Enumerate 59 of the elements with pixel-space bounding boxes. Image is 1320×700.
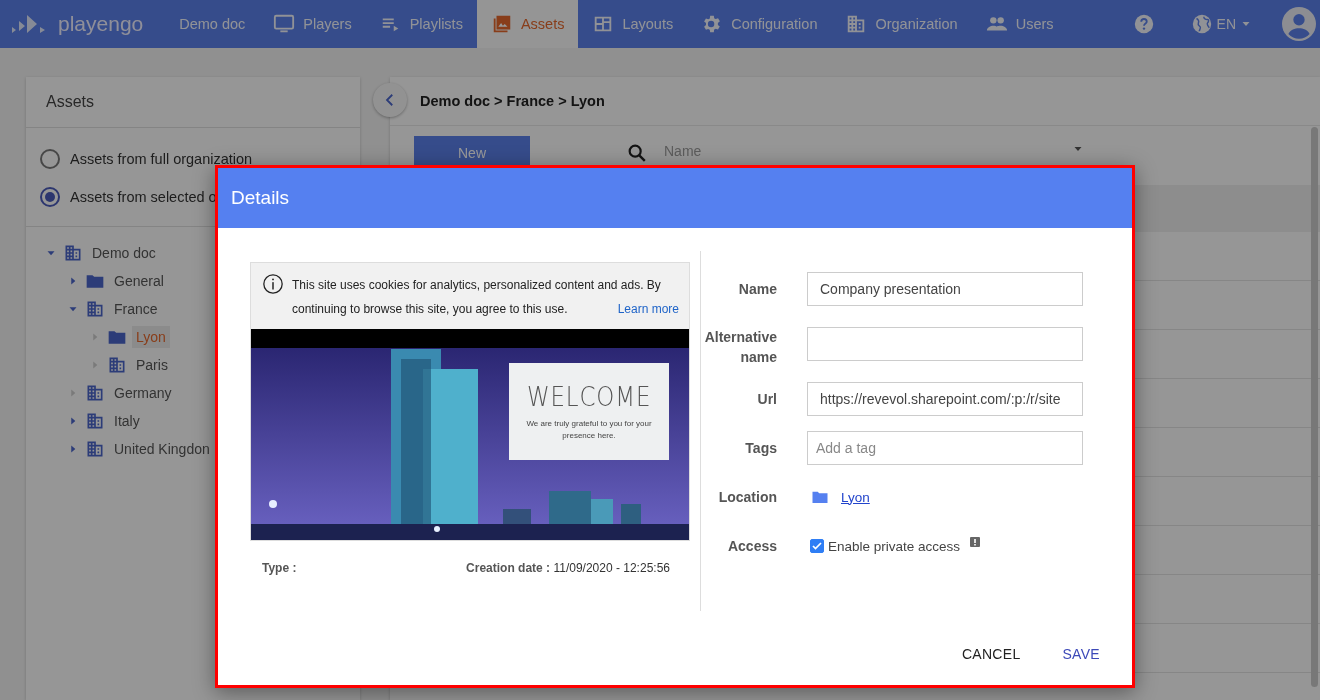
nav-tab[interactable]: Layouts xyxy=(578,0,688,48)
location-link[interactable]: Lyon xyxy=(841,489,870,505)
radio-button[interactable] xyxy=(40,149,60,169)
back-button[interactable] xyxy=(373,83,407,117)
building-icon xyxy=(85,383,105,403)
field-label: Alternative name xyxy=(703,328,777,367)
field-label: Access xyxy=(726,537,777,556)
nav-tab[interactable]: Demo doc xyxy=(165,0,260,48)
language-selector[interactable]: EN xyxy=(1216,16,1236,32)
panel-title: Assets xyxy=(26,77,360,128)
nav-tab[interactable]: Playlists xyxy=(365,0,477,48)
radio-button[interactable] xyxy=(40,187,60,207)
tree-item[interactable]: Lyon xyxy=(132,326,170,348)
logo-text: playengo xyxy=(58,12,144,36)
save-button[interactable]: SAVE xyxy=(1056,642,1106,666)
field-label: Location xyxy=(717,488,777,507)
tree-item[interactable]: Demo doc xyxy=(88,242,160,264)
building-icon xyxy=(85,439,105,459)
info-icon xyxy=(262,273,284,295)
tree-item[interactable]: Paris xyxy=(132,354,172,376)
tree-item[interactable]: United Kingdon xyxy=(110,438,214,460)
help-icon[interactable] xyxy=(1132,13,1155,35)
building-icon xyxy=(85,299,105,319)
learn-more-link[interactable]: Learn more xyxy=(617,297,679,321)
tag-field[interactable]: Add a tag xyxy=(807,431,1083,465)
building-icon xyxy=(107,355,127,375)
building-icon xyxy=(63,243,83,263)
checkbox[interactable] xyxy=(810,539,824,553)
field-label: Tags xyxy=(744,439,777,458)
globe-icon[interactable] xyxy=(1190,13,1213,35)
field-label: Name xyxy=(737,280,777,299)
nav-tab[interactable]: Users xyxy=(971,0,1068,48)
building-icon xyxy=(85,411,105,431)
breadcrumb: Demo doc > France > Lyon xyxy=(420,93,605,109)
tree-item[interactable]: France xyxy=(110,298,162,320)
radio-label: Assets from full organization xyxy=(70,151,253,167)
checkbox-label: Enable private access xyxy=(828,538,961,554)
nav-tab[interactable]: Configuration xyxy=(687,0,832,48)
dialog-title: Details xyxy=(231,187,290,209)
welcome-heading: WELCOME xyxy=(526,381,652,412)
avatar-icon[interactable] xyxy=(1282,7,1316,41)
warning-icon xyxy=(970,537,981,547)
field-label: Url xyxy=(756,390,777,409)
cookie-notice: This site uses cookies for analytics, personalized content and ads. By continuing to browse this site, you agree to this use. Learn more xyxy=(292,273,679,321)
tree-item[interactable]: General xyxy=(110,270,168,292)
text-field[interactable]: https://revevol.sharepoint.com/:p:/r/site xyxy=(807,382,1083,416)
creation-date: Creation date : 11/09/2020 - 12:25:56 xyxy=(466,561,670,575)
tree-item[interactable]: Germany xyxy=(110,382,176,404)
tree-item[interactable]: Italy xyxy=(110,410,144,432)
nav-tab[interactable]: Organization xyxy=(831,0,972,48)
monitor-icon xyxy=(273,13,296,35)
text-field[interactable]: Company presentation xyxy=(807,272,1083,306)
nav-tab[interactable]: Assets xyxy=(476,0,579,48)
nav-tab[interactable]: Players xyxy=(259,0,366,48)
text-field[interactable] xyxy=(807,327,1083,361)
type-label: Type : xyxy=(262,561,297,575)
cancel-button[interactable]: CANCEL xyxy=(955,642,1027,666)
scrollbar[interactable] xyxy=(1311,127,1318,687)
welcome-text: We are truly grateful to you for your presence here. xyxy=(525,418,653,442)
